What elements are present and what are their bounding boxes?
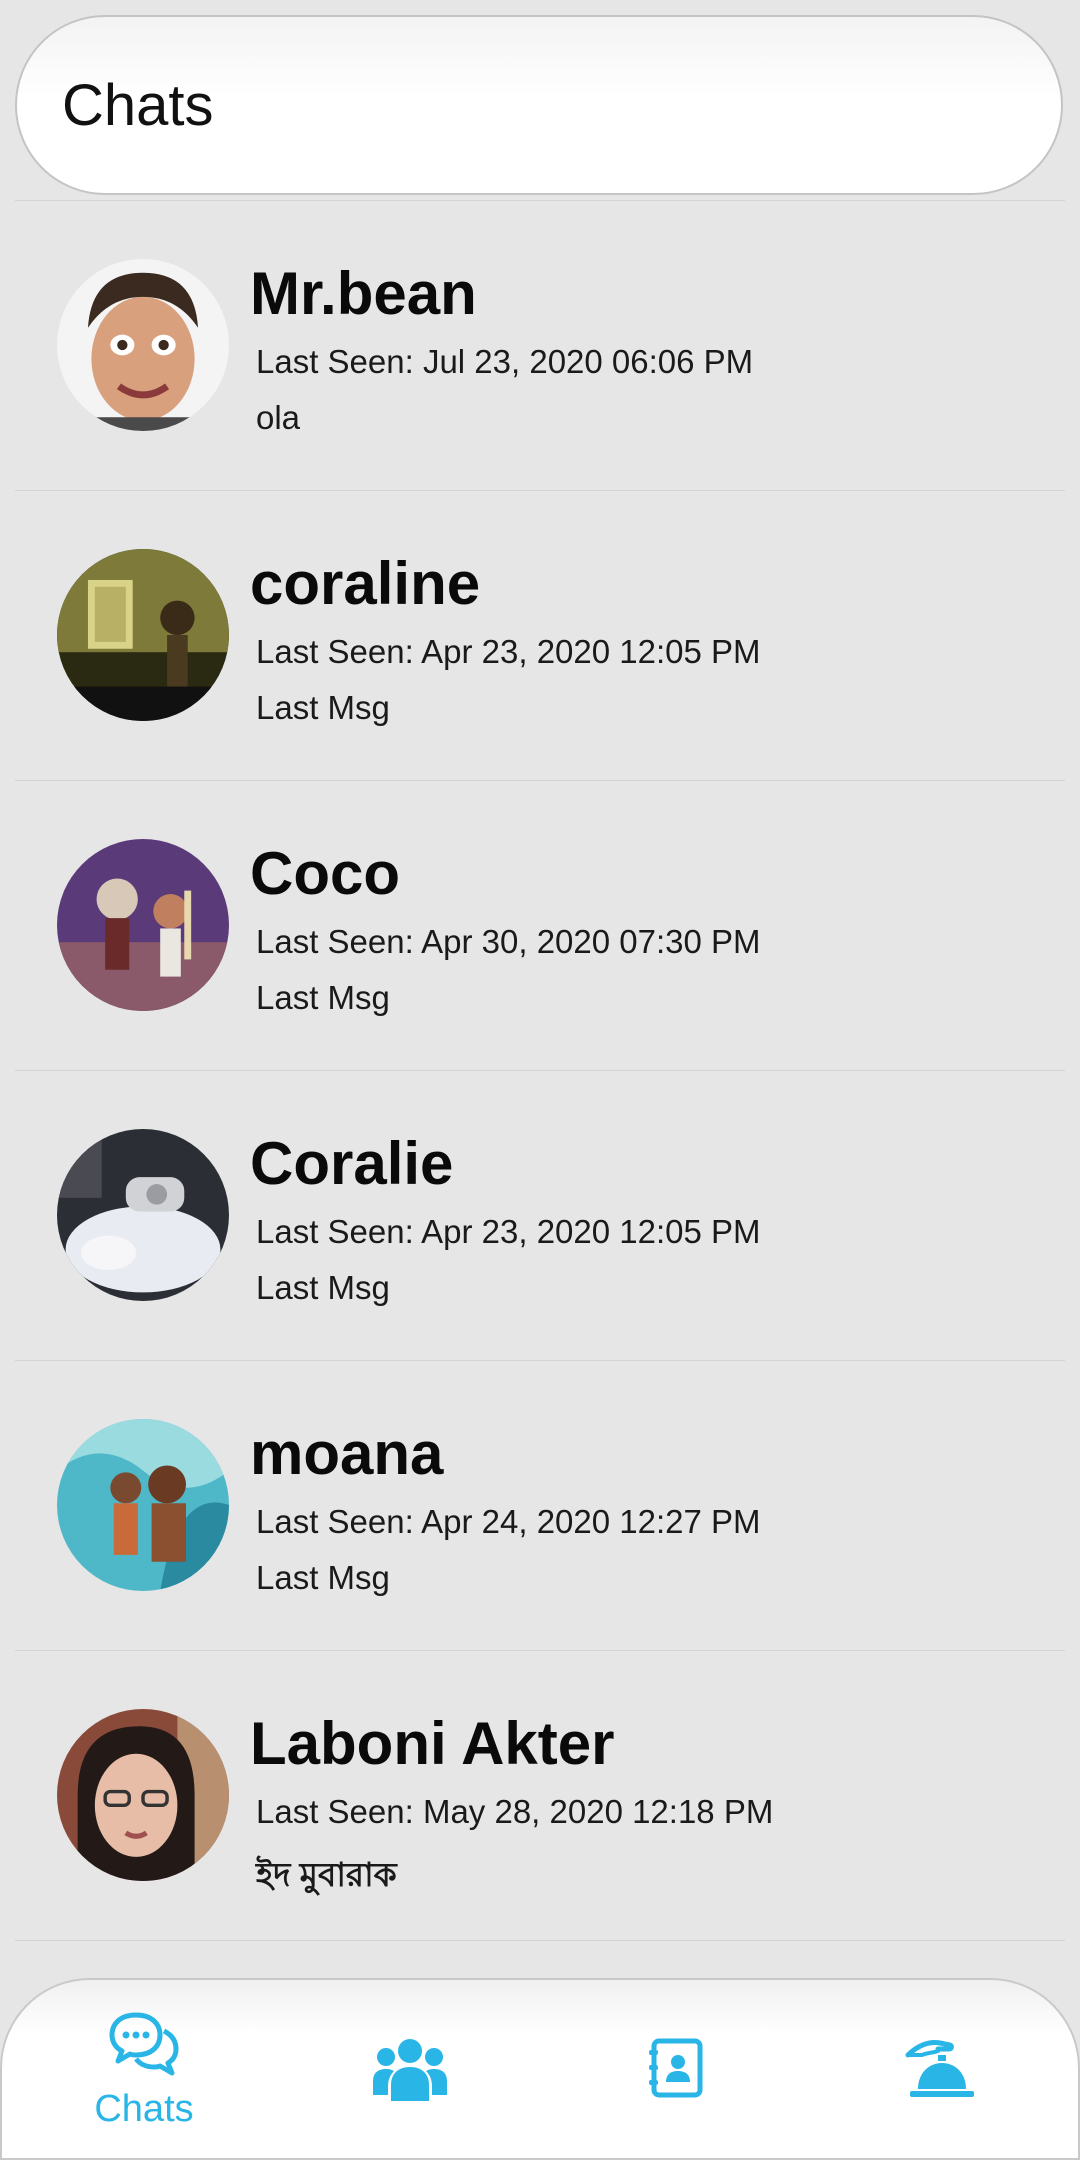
chat-item-laboni-akter[interactable]: Laboni Akter Last Seen: May 28, 2020 12:… <box>15 1650 1065 1940</box>
last-message: Last Msg <box>256 979 390 1016</box>
nav-services[interactable] <box>832 1980 1052 2160</box>
avatar[interactable] <box>57 1419 229 1591</box>
contacts-book-icon <box>646 2038 706 2103</box>
list-end-divider <box>15 1940 1065 1942</box>
last-seen: Last Seen: May 28, 2020 12:18 PM <box>256 1793 774 1830</box>
avatar[interactable] <box>57 549 229 721</box>
last-seen: Last Seen: Apr 30, 2020 07:30 PM <box>256 923 761 960</box>
chat-item-coco[interactable]: Coco Last Seen: Apr 30, 2020 07:30 PM La… <box>15 780 1065 1070</box>
chat-list: Mr.bean Last Seen: Jul 23, 2020 06:06 PM… <box>15 200 1065 1942</box>
chat-name: Coco <box>250 840 400 907</box>
last-seen: Last Seen: Jul 23, 2020 06:06 PM <box>256 343 754 380</box>
last-message: Last Msg <box>256 1269 390 1306</box>
chat-bubbles-icon <box>108 2009 180 2086</box>
nav-chats-label: Chats <box>94 2088 194 2130</box>
page-title: Chats <box>62 72 214 138</box>
chat-name: Mr.bean <box>250 260 477 327</box>
chat-name: coraline <box>250 550 481 617</box>
chat-item-moana[interactable]: moana Last Seen: Apr 24, 2020 12:27 PM L… <box>15 1360 1065 1650</box>
last-seen: Last Seen: Apr 24, 2020 12:27 PM <box>256 1503 761 1540</box>
last-message: Last Msg <box>256 689 390 726</box>
chat-name: Coralie <box>250 1130 454 1197</box>
nav-groups[interactable] <box>300 1980 520 2160</box>
last-seen: Last Seen: Apr 23, 2020 12:05 PM <box>256 633 761 670</box>
nav-chats[interactable]: Chats <box>34 1980 254 2160</box>
nav-contacts[interactable] <box>566 1980 786 2160</box>
avatar[interactable] <box>57 839 229 1011</box>
chat-name: moana <box>250 1420 444 1487</box>
service-bell-icon <box>904 2035 980 2106</box>
last-message: Last Msg <box>256 1559 390 1596</box>
chat-name: Laboni Akter <box>250 1710 615 1777</box>
avatar[interactable] <box>57 1709 229 1881</box>
avatar[interactable] <box>57 1129 229 1301</box>
chat-item-mr-bean[interactable]: Mr.bean Last Seen: Jul 23, 2020 06:06 PM… <box>15 200 1065 490</box>
chat-item-coralie[interactable]: Coralie Last Seen: Apr 23, 2020 12:05 PM… <box>15 1070 1065 1360</box>
bottom-navigation: Chats <box>0 1978 1080 2160</box>
group-icon <box>373 2035 447 2106</box>
avatar[interactable] <box>57 259 229 431</box>
app-header: Chats <box>15 15 1063 195</box>
chat-item-coraline[interactable]: coraline Last Seen: Apr 23, 2020 12:05 P… <box>15 490 1065 780</box>
last-message: ola <box>256 399 301 436</box>
chats-screen: Chats Mr.bean Last Seen: Jul 23, 2020 06… <box>0 0 1080 2160</box>
last-message: ইদ মুবারাক <box>256 1856 397 1893</box>
last-seen: Last Seen: Apr 23, 2020 12:05 PM <box>256 1213 761 1250</box>
